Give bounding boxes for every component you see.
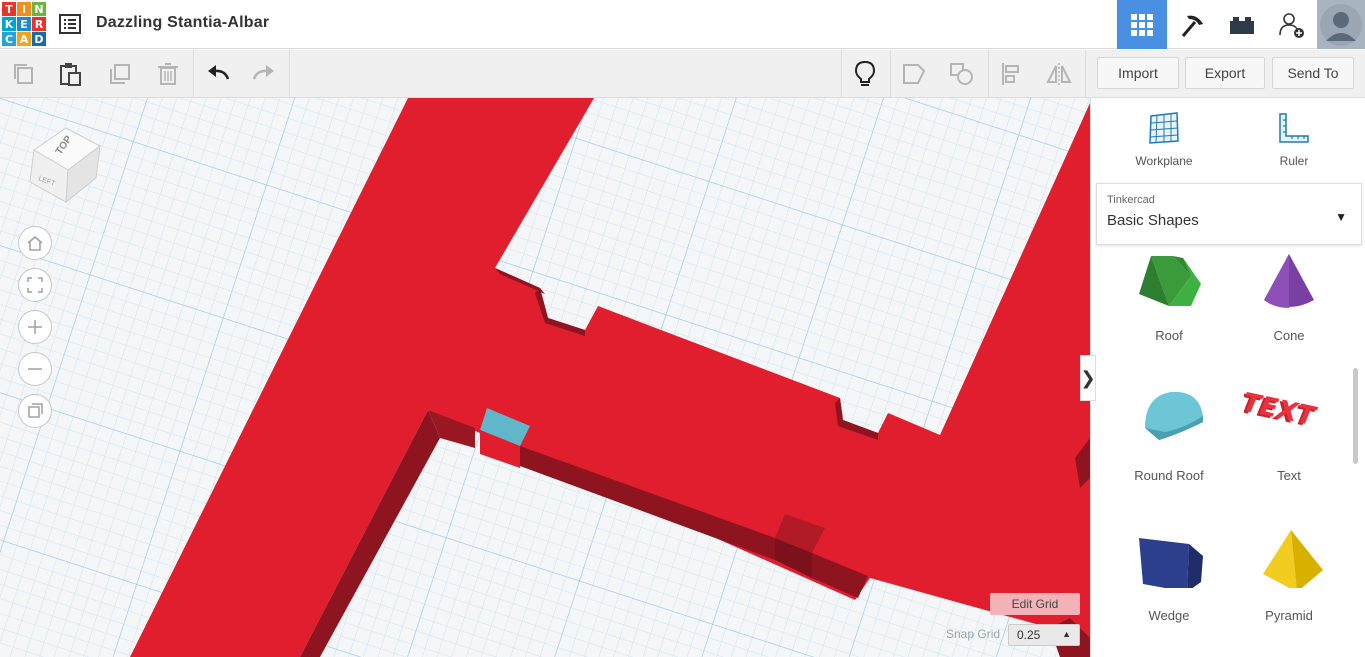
roof-shape-icon bbox=[1139, 256, 1201, 306]
top-bar: T I N K E R C A D Dazzling Stantia-Albar bbox=[0, 0, 1365, 49]
lightbulb-icon[interactable] bbox=[847, 56, 883, 92]
logo-letter: T bbox=[2, 2, 16, 16]
caret-up-icon: ▲ bbox=[1062, 629, 1071, 639]
logo-letter: N bbox=[32, 2, 46, 16]
mirror-icon[interactable] bbox=[1041, 56, 1077, 92]
brick-icon[interactable] bbox=[1217, 0, 1267, 49]
logo-letter: C bbox=[2, 32, 16, 46]
edit-grid-button[interactable]: Edit Grid bbox=[990, 593, 1080, 615]
workplane-tool[interactable]: Workplane bbox=[1109, 110, 1219, 170]
chevron-right-icon: ❯ bbox=[1080, 367, 1096, 388]
list-icon[interactable] bbox=[58, 12, 82, 36]
toolbar-divider bbox=[890, 50, 891, 98]
ungroup-icon[interactable] bbox=[944, 56, 980, 92]
logo-letter: E bbox=[17, 17, 31, 31]
shape-round-roof[interactable]: Round Roof bbox=[1114, 358, 1224, 483]
ruler-label: Ruler bbox=[1279, 154, 1309, 168]
pyramid-shape-icon bbox=[1263, 530, 1323, 588]
workplane-label: Workplane bbox=[1135, 154, 1193, 168]
toolbar-divider bbox=[841, 50, 842, 98]
logo-letter: R bbox=[32, 17, 46, 31]
zoom-out-icon[interactable] bbox=[18, 352, 52, 386]
paste-icon[interactable] bbox=[52, 56, 88, 92]
grid-3d-icon[interactable] bbox=[1117, 0, 1167, 49]
logo-letter: I bbox=[17, 2, 31, 16]
text-shape-icon: TEXT TEXT bbox=[1244, 388, 1320, 433]
svg-text:TEXT: TEXT bbox=[1244, 388, 1320, 431]
ortho-icon[interactable] bbox=[18, 394, 52, 428]
avatar[interactable] bbox=[1317, 0, 1365, 49]
snap-grid-value: 0.25 bbox=[1017, 628, 1041, 642]
logo-letter: D bbox=[32, 32, 46, 46]
collapse-panel-button[interactable]: ❯ bbox=[1080, 355, 1096, 401]
shape-wedge[interactable]: Wedge bbox=[1114, 498, 1224, 623]
toolbar-divider bbox=[988, 50, 989, 98]
ruler-tool[interactable]: Ruler bbox=[1239, 110, 1349, 170]
workplane-grid bbox=[0, 98, 1090, 657]
zoom-in-icon[interactable] bbox=[18, 310, 52, 344]
import-button[interactable]: Import bbox=[1097, 57, 1179, 89]
ruler-icon bbox=[1279, 113, 1309, 143]
workplane-icon bbox=[1149, 112, 1179, 144]
home-icon[interactable] bbox=[18, 226, 52, 260]
group-icon[interactable] bbox=[896, 56, 932, 92]
tinkercad-logo[interactable]: T I N K E R C A D bbox=[2, 2, 46, 46]
toolbar-divider bbox=[289, 50, 290, 98]
add-user-icon[interactable] bbox=[1267, 0, 1317, 49]
undo-icon[interactable] bbox=[200, 56, 236, 92]
align-icon[interactable] bbox=[994, 56, 1030, 92]
copy-icon[interactable] bbox=[6, 56, 42, 92]
workplane-canvas[interactable]: TOP LEFT Edit Grid Snap Grid 0.25 ▲ bbox=[0, 98, 1090, 657]
snap-grid-select[interactable]: 0.25 ▲ bbox=[1008, 624, 1080, 646]
toolbar-divider bbox=[193, 50, 194, 98]
shape-label: Round Roof bbox=[1134, 468, 1204, 483]
cone-shape-icon bbox=[1264, 254, 1314, 308]
toolbar: Import Export Send To bbox=[0, 50, 1365, 98]
logo-letter: K bbox=[2, 17, 16, 31]
fit-icon[interactable] bbox=[18, 268, 52, 302]
export-button[interactable]: Export bbox=[1185, 57, 1265, 89]
shape-pyramid[interactable]: Pyramid bbox=[1234, 498, 1344, 623]
round-roof-shape-icon bbox=[1145, 391, 1203, 440]
library-source: Tinkercad bbox=[1107, 194, 1155, 206]
shape-label: Roof bbox=[1155, 328, 1183, 343]
shapes-panel: Workplane Ruler Tinkercad Basic Shapes ▼… bbox=[1090, 98, 1365, 657]
shape-cone[interactable]: Cone bbox=[1234, 218, 1344, 343]
redo-icon[interactable] bbox=[246, 56, 282, 92]
shape-roof[interactable]: Roof bbox=[1114, 218, 1224, 343]
logo-letter: A bbox=[17, 32, 31, 46]
shape-label: Pyramid bbox=[1265, 608, 1313, 623]
view-cube[interactable]: TOP LEFT bbox=[20, 120, 104, 204]
shape-label: Cone bbox=[1273, 328, 1305, 343]
snap-grid-label: Snap Grid bbox=[946, 627, 1001, 641]
shape-label: Wedge bbox=[1148, 608, 1190, 623]
pickaxe-icon[interactable] bbox=[1167, 0, 1217, 49]
toolbar-divider bbox=[1085, 50, 1086, 98]
send-to-button[interactable]: Send To bbox=[1272, 57, 1354, 89]
wedge-shape-icon bbox=[1139, 538, 1203, 588]
shape-text[interactable]: TEXT TEXT Text bbox=[1234, 358, 1344, 483]
panel-scrollbar[interactable] bbox=[1353, 368, 1358, 464]
delete-icon[interactable] bbox=[150, 56, 186, 92]
shape-label: Text bbox=[1277, 468, 1301, 483]
project-title[interactable]: Dazzling Stantia-Albar bbox=[96, 14, 269, 32]
duplicate-icon[interactable] bbox=[102, 56, 138, 92]
